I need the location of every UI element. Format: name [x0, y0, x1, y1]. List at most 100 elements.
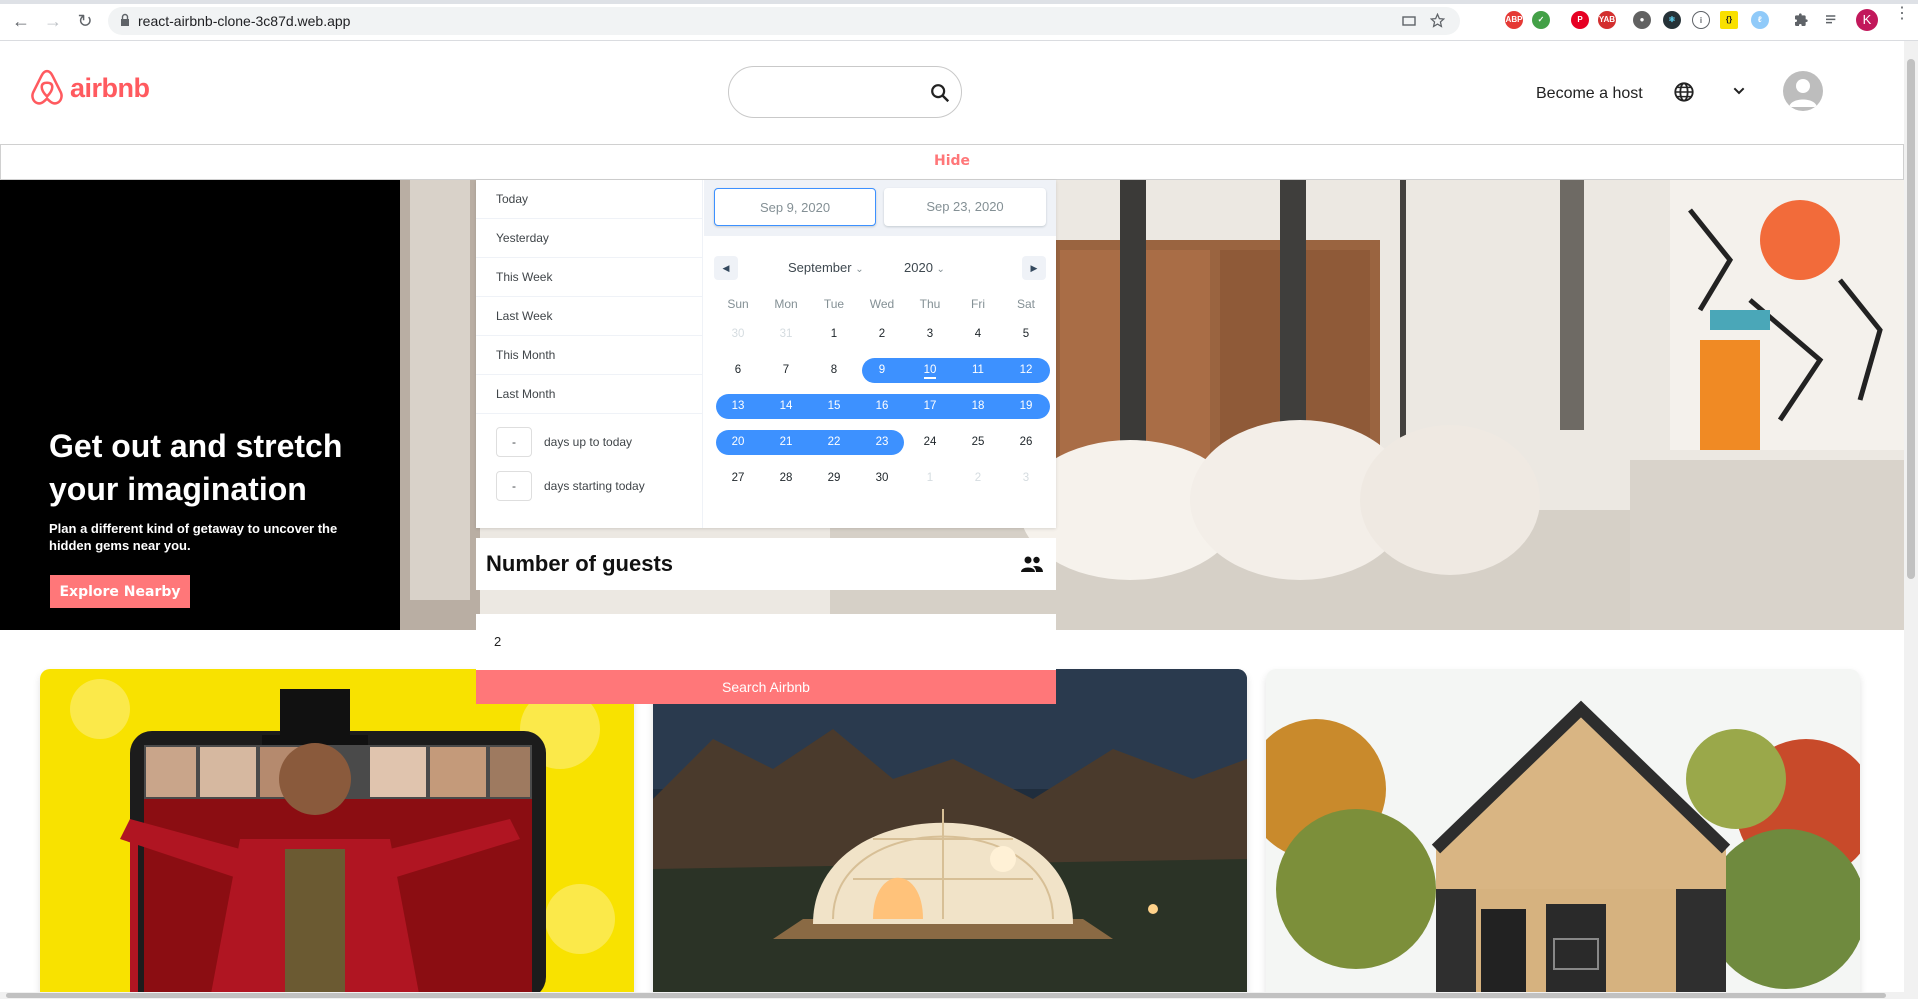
horizontal-scrollbar[interactable] — [0, 992, 1904, 999]
adblock-extension-icon[interactable]: ABP — [1505, 11, 1523, 29]
profile-avatar[interactable]: K — [1856, 9, 1878, 31]
next-month-icon[interactable]: ▶ — [1022, 256, 1046, 280]
reading-list-icon[interactable] — [1824, 12, 1840, 28]
calendar-day[interactable]: 7 — [762, 352, 810, 388]
hide-button[interactable]: Hide — [934, 153, 970, 169]
extensions-puzzle-icon[interactable] — [1793, 12, 1809, 28]
month-select[interactable]: September ⌄ — [788, 260, 864, 275]
calendar-day[interactable]: 6 — [714, 352, 762, 388]
calendar-day-range-start[interactable]: 9 — [858, 352, 906, 388]
become-host-link[interactable]: Become a host — [1536, 85, 1643, 103]
calendar-day[interactable]: 8 — [810, 352, 858, 388]
calendar-day[interactable]: 20 — [714, 424, 762, 460]
guests-input-container — [476, 614, 1056, 670]
json-extension-icon[interactable]: {} — [1720, 11, 1738, 29]
calendar-day[interactable]: 1 — [906, 460, 954, 496]
weekday-thu: Thu — [919, 297, 941, 311]
calendar-day[interactable]: 30 — [714, 316, 762, 352]
range-last-month[interactable]: Last Month — [476, 375, 702, 414]
calendar-day[interactable]: 14 — [762, 388, 810, 424]
weekday-sat: Sat — [1016, 297, 1035, 311]
calendar-day[interactable]: 18 — [954, 388, 1002, 424]
header-search-bar[interactable] — [728, 66, 962, 118]
calendar-day[interactable]: 5 — [1002, 316, 1050, 352]
calendar-day[interactable]: 31 — [762, 316, 810, 352]
weekday-wed: Wed — [869, 297, 895, 311]
calendar-day[interactable]: 21 — [762, 424, 810, 460]
range-this-month[interactable]: This Month — [476, 336, 702, 375]
calendar-day[interactable]: 17 — [906, 388, 954, 424]
range-last-week[interactable]: Last Week — [476, 297, 702, 336]
calendar-day[interactable]: 13 — [714, 388, 762, 424]
pinterest-extension-icon[interactable]: P — [1571, 11, 1589, 29]
yab-extension-icon[interactable]: YAB — [1598, 11, 1616, 29]
logo-text: airbnb — [70, 72, 150, 103]
start-date-field[interactable]: Sep 9, 2020 — [714, 188, 876, 226]
calendar-day[interactable]: 2 — [954, 460, 1002, 496]
calendar-day[interactable]: 30 — [858, 460, 906, 496]
search-airbnb-button[interactable]: Search Airbnb — [476, 670, 1056, 704]
calendar-day[interactable]: 12 — [1002, 352, 1050, 388]
calendar-day[interactable]: 19 — [1002, 388, 1050, 424]
calendar-day-today[interactable]: 10 — [906, 352, 954, 388]
hero-subtitle: Plan a different kind of getaway to unco… — [49, 521, 338, 553]
extension-green-icon[interactable]: ✓ — [1532, 11, 1550, 29]
calendar-day[interactable]: 27 — [714, 460, 762, 496]
days-up-to-today-input[interactable]: - — [496, 427, 532, 457]
address-bar[interactable]: react-airbnb-clone-3c87d.web.app — [108, 7, 1460, 35]
unique-stays-card[interactable] — [653, 669, 1247, 999]
calendar-day[interactable]: 26 — [1002, 424, 1050, 460]
guests-number-input[interactable] — [494, 634, 694, 649]
calendar-day[interactable]: 1 — [810, 316, 858, 352]
days-starting-today-label: days starting today — [544, 479, 645, 493]
date-range-picker: Today Yesterday This Week Last Week This… — [476, 180, 1056, 528]
input-range-days-up-to-today: - days up to today — [476, 420, 703, 464]
calendar-day[interactable]: 4 — [954, 316, 1002, 352]
calendar-day[interactable]: 3 — [906, 316, 954, 352]
calendar-day[interactable]: 11 — [954, 352, 1002, 388]
calendar-day[interactable]: 3 — [1002, 460, 1050, 496]
range-yesterday[interactable]: Yesterday — [476, 219, 702, 258]
calendar-day-range-end[interactable]: 23 — [858, 424, 906, 460]
calendar: Sep 9, 2020 Sep 23, 2020 ◀ September ⌄ 2… — [704, 180, 1056, 528]
calendar-day[interactable]: 16 — [858, 388, 906, 424]
back-icon[interactable]: ← — [10, 10, 32, 32]
calendar-day[interactable]: 29 — [810, 460, 858, 496]
entire-homes-card[interactable] — [1266, 669, 1860, 999]
range-today[interactable]: Today — [476, 180, 702, 219]
calendar-day[interactable]: 25 — [954, 424, 1002, 460]
calendar-day[interactable]: 15 — [810, 388, 858, 424]
chrome-menu-icon[interactable]: ⋮ — [1894, 6, 1910, 29]
calendar-day[interactable]: 24 — [906, 424, 954, 460]
explore-nearby-button[interactable]: Explore Nearby — [50, 575, 190, 608]
days-starting-today-input[interactable]: - — [496, 471, 532, 501]
online-experiences-card[interactable] — [40, 669, 634, 999]
globe-icon[interactable] — [1673, 81, 1695, 103]
airbnb-logo[interactable]: airbnb — [30, 69, 150, 107]
bookmark-star-icon[interactable] — [1430, 13, 1445, 28]
weekday-tue: Tue — [823, 297, 845, 311]
vertical-scrollbar-thumb[interactable] — [1907, 59, 1915, 579]
search-icon[interactable] — [929, 82, 951, 104]
calendar-day[interactable]: 2 — [858, 316, 906, 352]
extension-grey-icon[interactable]: ● — [1633, 11, 1651, 29]
extension-blue-icon[interactable]: ℓ — [1751, 11, 1769, 29]
forward-icon[interactable]: → — [42, 10, 64, 32]
calendar-day[interactable]: 22 — [810, 424, 858, 460]
calendar-day[interactable]: 28 — [762, 460, 810, 496]
horizontal-scrollbar-thumb[interactable] — [6, 993, 1886, 998]
prev-month-icon[interactable]: ◀ — [714, 256, 738, 280]
chevron-down-icon[interactable] — [1731, 83, 1747, 99]
cast-icon[interactable] — [1402, 14, 1416, 28]
vertical-scrollbar[interactable] — [1904, 41, 1918, 999]
year-select[interactable]: 2020 ⌄ — [904, 260, 945, 275]
extension-circle-icon[interactable]: i — [1692, 11, 1710, 29]
calendar-week: 27 28 29 30 1 2 3 — [714, 460, 1050, 496]
search-input[interactable] — [747, 81, 917, 105]
react-devtools-icon[interactable]: ⚛ — [1663, 11, 1681, 29]
range-this-week[interactable]: This Week — [476, 258, 702, 297]
end-date-field[interactable]: Sep 23, 2020 — [884, 188, 1046, 226]
reload-icon[interactable]: ↻ — [74, 10, 96, 32]
user-avatar[interactable] — [1783, 71, 1823, 111]
airbnb-belo-icon — [31, 69, 63, 105]
